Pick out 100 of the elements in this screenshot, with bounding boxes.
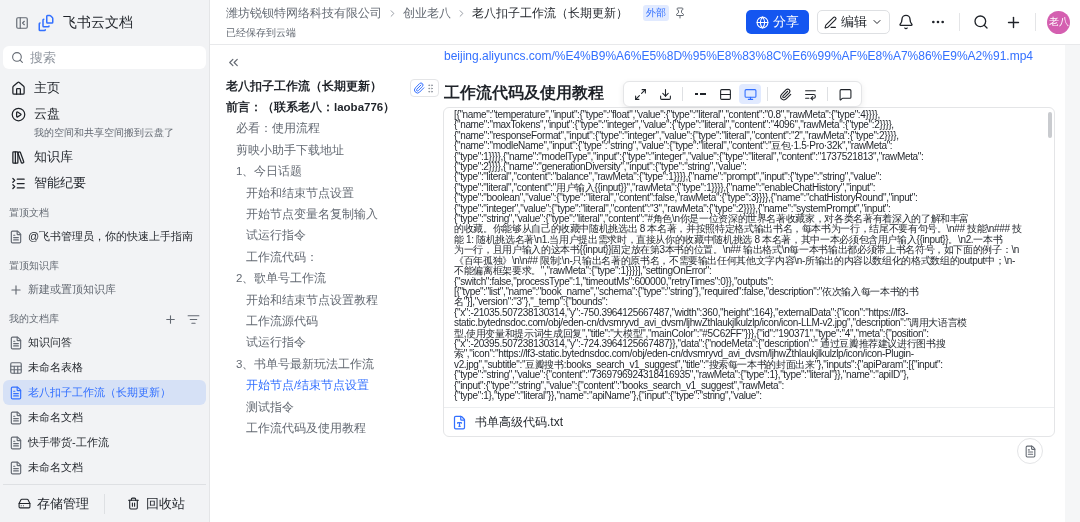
breadcrumb-link[interactable]: 创业老八 — [403, 4, 451, 22]
code-line: {"type":1}}}},{"name":"modelType","input":{"type":"integer","value":{"type":"literal","content":"1737521813","rawMeta": — [454, 151, 925, 163]
outline-item[interactable]: 必看：使用流程 — [226, 118, 420, 140]
code-line: v2.jpg","subtitle":"豆瓣搜书:books_search_v1_suggest","title":"搜索每一本书的封面出来"},"inputs":{"apiParam":[{"input": — [454, 359, 944, 371]
code-line: {"type":1},"type":"literal"}},"name":"apiName"},{"input":{"type":"string","value": — [454, 390, 762, 402]
pen-icon — [824, 15, 837, 29]
code-line: {"name":"responseFormat","input":{"type":"integer","value":{"type":"literal","content":"2","rawMeta":{"type":2}}}}, — [454, 130, 900, 141]
outline-item[interactable]: 工作流代码及使用教程 — [226, 418, 420, 440]
code-line: 名"}],"version":"3"},"_temp":{"bounds": — [454, 297, 608, 308]
search-bar[interactable]: 搜索 — [3, 46, 206, 69]
code-line: {"x":-21035.507238130314,"y":-750.3964125667487,"width":360,"height":164},"externalData":{"icon":"https://lf3- — [454, 307, 909, 319]
code-line: 为一行，且用户输入的这本书{{input}}固定放在第3本书的位置。\n## 输出格式\n每一本书输出都必须带上书名符号，如下面的例子：\n — [454, 245, 1021, 256]
outline-item[interactable]: 测试指令 — [226, 396, 420, 419]
outline-item[interactable]: 试运行指令 — [226, 332, 420, 354]
doc-item[interactable]: 快手带货-工作流 — [3, 430, 206, 455]
trash-icon — [126, 497, 140, 510]
code-line: static.bytednsdoc.com/obj/eden-cn/dvsmryvd_avi_dvsm/ljhwZthlaukjlkulzlp/icon/icon-LLM-v2.jpg","description":"调用大语言模 — [454, 318, 969, 329]
code-line: {"type":"literal","content":"用户输入{{input}}","rawMeta":{"type":1}}}},{"name":"enableChatHistory","input": — [454, 182, 876, 193]
code-line: [{"name":"temperature","input":{"type":"float","value":{"type":"literal","content":"0.8","rawMeta":{"type":4}}}}, — [454, 110, 881, 121]
code-line: 型,使用变量和提示词生成回复","title":"大模型","mainColor":"#5C62FF"}}},{"id":"190371","type":"4","meta":{"position": — [454, 328, 929, 339]
plus-icon — [9, 282, 23, 297]
document-icon — [9, 229, 23, 244]
breadcrumb-link[interactable]: 老八扣子工作流（长期更新） — [472, 4, 628, 22]
code-line: {"switch":false,"processType":1,"timeoutMs":600000,"retryTimes":0}},"outputs": — [454, 276, 774, 287]
nav-item[interactable]: 主页 — [3, 75, 206, 101]
table-icon — [9, 360, 23, 375]
outline-item[interactable]: 工作流源代码 — [226, 311, 420, 333]
breadcrumb-link[interactable]: 潍坊锐钡特网络科技有限公司 — [226, 4, 382, 22]
outline-item[interactable]: 开始和结束节点设置 — [226, 182, 420, 205]
list-icon[interactable] — [187, 312, 200, 326]
doc-item[interactable]: 知识问答 — [3, 330, 206, 355]
code-line: [{"type":"list","name":"book_name","schema":{"type":"string"},"required":false,"description":"依次输入每一本书的书 — [454, 286, 920, 297]
edit-button[interactable]: 编辑 — [817, 10, 890, 34]
code-line: {"type":"literal","content":"balance","rawMeta":{"type":1}}}},{"name":"prompt","input":{"type":"string","value": — [454, 172, 883, 183]
block-handle[interactable] — [410, 79, 439, 97]
doc-item[interactable]: 未命名表格 — [3, 355, 206, 380]
expand-icon — [633, 87, 647, 101]
document-icon — [1023, 444, 1037, 458]
nav-item[interactable]: 知识库 — [3, 144, 206, 170]
globe-icon — [756, 15, 769, 29]
nav-item[interactable]: 云盘 我的空间和共享空间搬到云盘了 — [3, 101, 206, 144]
code-line: {"input":{"type":"string","value":{"content":"books_search_v1_suggest","rawMeta": — [454, 380, 784, 391]
outline-item[interactable]: 前言：（联系老八：laoba776） — [226, 97, 420, 119]
code-line: {"x":-20395.507238130314,"y":-724.3964125667487}},"data":{"nodeMeta":{"description":" 通过豆瓣推荐建议进行图书搜 — [454, 338, 947, 349]
video-link[interactable]: beijing.aliyuncs.com/%E4%B9%A6%E5%8D%95%E8%83%8C%E6%99%AF%E8%A7%86%E9%A2%91.mp4 — [444, 49, 1065, 63]
plus-icon[interactable] — [164, 312, 177, 326]
section-title: 置顶知识库 — [9, 259, 59, 273]
collapse-sidebar-icon[interactable] — [15, 16, 29, 30]
document-button[interactable] — [1017, 438, 1043, 464]
outline-item[interactable]: 开始和结束节点设置教程 — [226, 289, 420, 312]
code-line: 《百年孤独》\n\n## 限制:\n-只输出名著的原书名，不需要输出任何其他文字内容\n-所输出的内容以数组化的格式数组的output中；\n- — [454, 255, 1016, 266]
scrollbar-thumb[interactable] — [1048, 112, 1052, 138]
wrap-text-icon — [803, 87, 817, 101]
search-icon — [11, 51, 24, 64]
section-title: 置顶文档 — [9, 206, 49, 220]
outline-item[interactable]: 2、歌单号工作流 — [226, 268, 420, 290]
outline-item[interactable]: 开始节点变量名复制输入 — [226, 204, 420, 226]
drive-icon — [11, 106, 26, 122]
search-icon — [973, 14, 989, 30]
download-icon — [658, 87, 672, 101]
file-name[interactable]: 书单高级代码.txt — [475, 413, 563, 431]
pin-icon[interactable] — [674, 7, 686, 19]
doc-item[interactable]: 未命名文档 — [3, 405, 206, 430]
storage-button[interactable]: 存储管理 — [3, 493, 104, 514]
outline-item[interactable]: 3、书单号最新玩法工作流 — [226, 353, 420, 376]
code-line: {"type":"string","value":{"content":"7369796924318416935","rawMeta":{"type":1},"type":"literal"}},"name":"apiID"}, — [454, 370, 910, 381]
code-line: {"name":"modleName","input":{"type":"string","value":{"type":"literal","content":"豆包·1.5·Pro·32k","rawMeta": — [454, 141, 893, 152]
code-line: 的收藏。你能够从自己的收藏中随机挑选出 8 本名著，并按照特定格式输出书名，每本书为一行，结尾不要有句号。\n## 技能\n### 技 — [454, 224, 1023, 235]
document-icon — [9, 410, 23, 425]
share-button[interactable]: 分享 — [746, 10, 809, 34]
code-line: {"type":2}}}},{"name":"generationDiversity","input":{"type":"string","value": — [454, 162, 747, 173]
doc-item[interactable]: 未命名文档 — [3, 455, 206, 480]
card-view-icon — [718, 87, 732, 101]
save-status: 已经保存到云端 — [226, 25, 297, 40]
outline-title: 老八扣子工作流（长期更新） — [226, 78, 383, 95]
line-icon — [694, 93, 706, 95]
search-field[interactable]: 搜索 — [30, 50, 180, 65]
outline-item[interactable]: 剪映小助手下载地址 — [226, 139, 420, 162]
text-file-icon — [452, 414, 467, 430]
section-heading: 工作流代码及使用教程 — [444, 83, 604, 103]
nav-item[interactable]: 智能纪要 — [3, 170, 206, 196]
document-icon — [9, 335, 23, 350]
preview-icon — [743, 87, 757, 101]
outline-item[interactable]: 试运行指令 — [226, 225, 420, 247]
outline-item[interactable]: 开始节点/结束节点设置 — [226, 375, 420, 397]
avatar[interactable]: 老八 — [1047, 10, 1070, 34]
comment-icon — [838, 87, 852, 101]
outline-item[interactable]: 工作流代码： — [226, 246, 420, 269]
doc-item[interactable]: 新建或置顶知识库 — [3, 277, 206, 302]
external-tag: 外部 — [643, 5, 669, 21]
code-line: 索","icon":"https://lf3-static.bytednsdoc.com/obj/eden-cn/dvsmryvd_avi_dvsm/ljhwZthlaukjlkulzlp/icon/icon-Plugin- — [454, 349, 914, 360]
outline-item[interactable]: 1、今日话题 — [226, 161, 420, 183]
doc-item[interactable]: 老八扣子工作流（长期更新） — [3, 380, 206, 405]
document-icon — [9, 435, 23, 450]
code-line: 不能偏离框架要求。","rawMeta":{"type":1}}}}],"settingOnError": — [454, 266, 712, 277]
doc-item[interactable]: @飞书管理员，你的快速上手指南 — [3, 224, 206, 249]
code-line: {"name":"maxTokens","input":{"type":"integer","value":{"type":"literal","content":"4096","rawMeta":{"type":2}}}}, — [454, 120, 895, 131]
trash-button[interactable]: 回收站 — [104, 493, 206, 514]
code-line: {"type":"integer","value":{"type":"literal","content":"3","rawMeta":{"type":2}}}},{"name":"systemPrompt","input": — [454, 203, 891, 214]
code-line: {"type":"string","value":{"type":"literal","content":"#角色\n你是一位资深的世界名著收藏家，对各类名著有着深入的了解和丰富 — [454, 214, 970, 225]
